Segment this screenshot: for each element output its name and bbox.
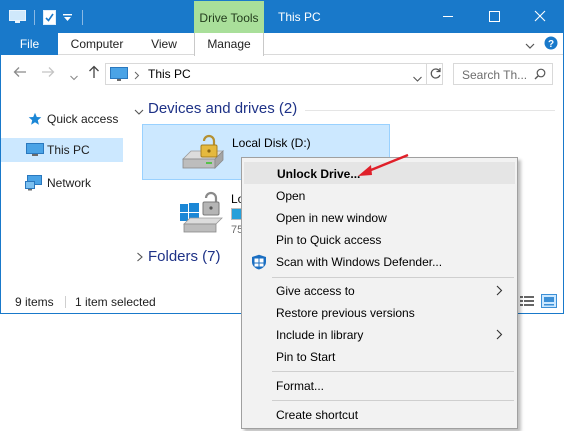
search-box[interactable]: Search Th... (453, 63, 553, 85)
sidebar-item-quick-access[interactable]: Quick access (1, 107, 123, 131)
windows-locked-drive-icon (178, 188, 228, 237)
drive-tools-tab-group: Drive Tools (194, 1, 264, 33)
breadcrumb-separator-icon[interactable] (134, 69, 140, 83)
sidebar-item-network[interactable]: Network (1, 171, 123, 195)
svg-text:?: ? (548, 39, 554, 50)
customize-toolbar-icon[interactable] (63, 12, 72, 26)
title-bar: Drive Tools This PC (1, 1, 563, 33)
expand-ribbon-icon[interactable] (525, 39, 535, 53)
search-input[interactable]: Search Th... (462, 68, 527, 82)
recent-locations-chevron-icon[interactable] (70, 70, 78, 84)
devices-group-header[interactable]: Devices and drives (2) (148, 100, 297, 117)
this-pc-icon (110, 67, 128, 85)
this-pc-app-icon[interactable] (9, 10, 26, 27)
group-divider (305, 110, 555, 111)
network-icon (25, 175, 43, 194)
search-icon[interactable] (534, 68, 546, 83)
help-icon[interactable]: ? (544, 36, 558, 53)
sidebar-item-label: This PC (47, 143, 90, 157)
menu-item-restore-versions[interactable]: Restore previous versions (244, 302, 515, 324)
up-arrow-icon[interactable] (88, 65, 100, 82)
computer-icon (26, 143, 44, 160)
collapse-group-icon[interactable] (134, 105, 144, 119)
menu-item-give-access[interactable]: Give access to (244, 280, 515, 302)
minimize-button[interactable] (425, 1, 471, 33)
menu-item-open-new-window[interactable]: Open in new window (244, 207, 515, 229)
menu-item-format[interactable]: Format... (244, 375, 515, 397)
menu-item-scan-defender[interactable]: Scan with Windows Defender... (244, 251, 515, 273)
title-divider (82, 10, 83, 25)
address-bar[interactable]: This PC (105, 63, 443, 85)
forward-arrow-icon[interactable] (41, 66, 55, 81)
status-item-count: 9 items (15, 295, 54, 309)
maximize-button[interactable] (471, 1, 517, 33)
defender-icon (251, 254, 267, 273)
locked-drive-icon (180, 133, 226, 174)
sidebar-item-this-pc[interactable]: This PC (1, 138, 123, 162)
menu-item-pin-quick-access[interactable]: Pin to Quick access (244, 229, 515, 251)
window-title: This PC (278, 10, 321, 24)
menu-separator (272, 371, 514, 372)
expand-group-icon[interactable] (136, 251, 144, 265)
minimize-icon (443, 16, 453, 17)
menu-item-create-shortcut[interactable]: Create shortcut (244, 404, 515, 426)
tab-manage[interactable]: Manage (194, 33, 264, 56)
tab-computer[interactable]: Computer (63, 33, 131, 55)
large-icons-view-icon[interactable] (541, 294, 557, 311)
refresh-icon[interactable] (429, 67, 442, 83)
submenu-chevron-icon (496, 329, 503, 343)
star-icon (28, 112, 42, 129)
folders-group-header[interactable]: Folders (7) (148, 248, 221, 265)
tab-view[interactable]: View (141, 33, 187, 55)
address-row: This PC Search Th... (1, 56, 563, 91)
submenu-chevron-icon (496, 285, 503, 299)
sidebar-item-label: Quick access (47, 112, 119, 126)
close-icon (534, 10, 546, 22)
tab-file[interactable]: File (1, 33, 58, 55)
context-menu: Unlock Drive... Open Open in new window … (241, 157, 518, 429)
menu-item-open[interactable]: Open (244, 185, 515, 207)
menu-item-include-library[interactable]: Include in library (244, 324, 515, 346)
ribbon-tabs: File Computer View Manage ? (1, 33, 563, 56)
menu-separator (272, 277, 514, 278)
status-selection-count: 1 item selected (75, 295, 156, 309)
drive-label: Local Disk (D:) (232, 136, 311, 150)
navigation-pane: Quick access This PC Network (1, 97, 124, 291)
details-view-icon[interactable] (520, 295, 535, 310)
annotation-arrow-icon (352, 150, 412, 183)
menu-separator (272, 400, 514, 401)
back-arrow-icon[interactable] (13, 66, 27, 81)
breadcrumb[interactable]: This PC (148, 67, 191, 81)
sidebar-item-label: Network (47, 176, 92, 190)
properties-icon[interactable] (43, 10, 56, 28)
address-dropdown-icon[interactable] (413, 71, 422, 85)
maximize-icon (489, 11, 500, 22)
close-button[interactable] (517, 1, 563, 33)
menu-item-pin-start[interactable]: Pin to Start (244, 346, 515, 368)
quick-access-divider (34, 10, 35, 25)
